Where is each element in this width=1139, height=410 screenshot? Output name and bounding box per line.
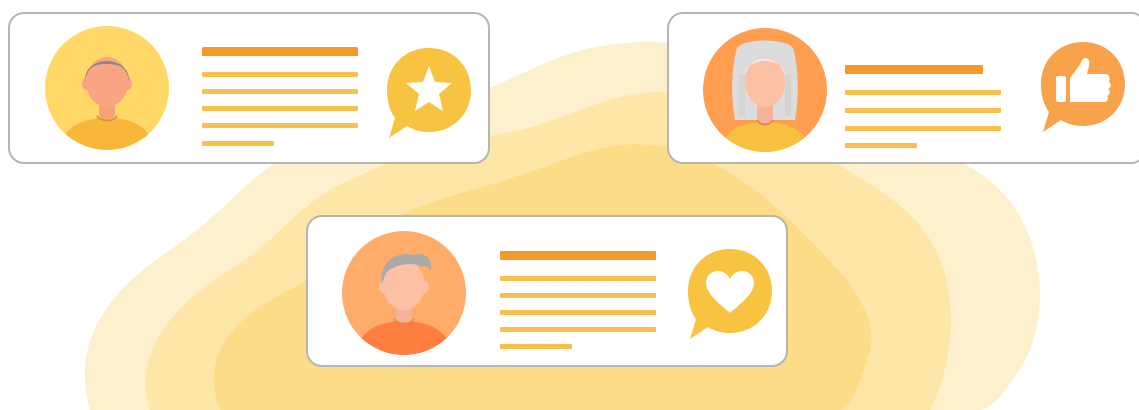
review-text-line [845, 108, 1001, 113]
review-text-line [500, 276, 656, 281]
review-text-line [202, 89, 358, 94]
heart-icon [688, 249, 772, 339]
review-text-line [202, 123, 358, 128]
review-card [667, 12, 1139, 164]
man-avatar [342, 231, 466, 355]
review-text-line [202, 141, 274, 146]
review-heading-line [845, 65, 983, 74]
woman-avatar [703, 28, 827, 152]
review-text-line [845, 126, 1001, 131]
review-text-line [500, 293, 656, 298]
review-text-line [500, 327, 656, 332]
review-text-line [500, 310, 656, 315]
review-card [306, 215, 788, 367]
review-text-line [845, 90, 1001, 95]
review-card [8, 12, 490, 164]
review-text-line [202, 106, 358, 111]
man-avatar [45, 26, 169, 150]
reviews-illustration [0, 0, 1139, 410]
review-text-line [845, 143, 917, 148]
review-heading-line [202, 47, 358, 56]
star-icon [387, 48, 471, 138]
thumbs-up-icon [1041, 42, 1125, 132]
review-text-line [500, 344, 572, 349]
review-heading-line [500, 251, 656, 260]
review-text-line [202, 72, 358, 77]
